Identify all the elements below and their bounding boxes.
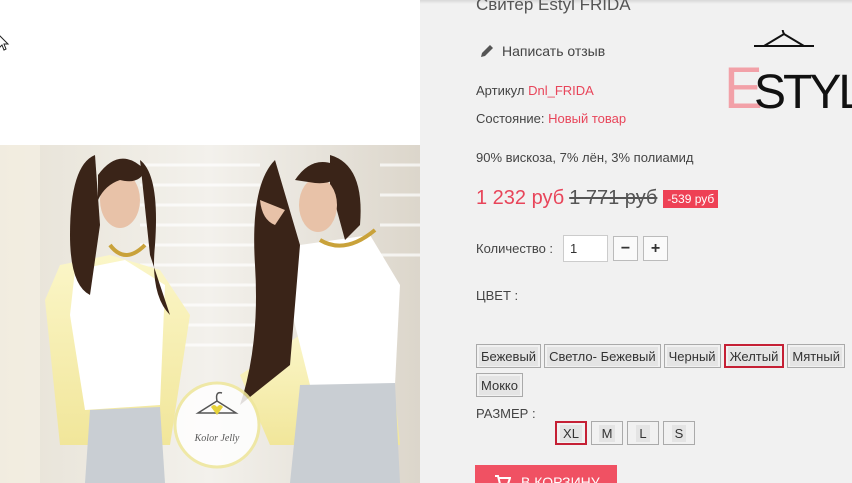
color-option-black[interactable]: Черный [663,344,721,368]
article-value: Dnl_FRIDA [528,83,594,98]
color-option-mint[interactable]: Мятный [787,344,845,368]
composition-text: 90% вискоза, 7% лён, 3% полиамид [476,150,694,165]
quantity-label: Количество : [476,241,554,256]
discount-badge: -539 руб [663,189,719,208]
write-review-link[interactable]: Написать отзыв [480,43,605,59]
size-option-l[interactable]: L [627,421,659,445]
watermark-text: Kolor Jelly [194,433,240,444]
condition-row: Состояние: Новый товар [476,111,626,126]
condition-label: Состояние: [476,111,545,126]
size-option-m[interactable]: M [591,421,623,445]
condition-value: Новый товар [548,111,627,126]
size-option-s[interactable]: S [663,421,695,445]
quantity-minus-button[interactable]: − [613,236,639,261]
color-option-mocha[interactable]: Мокко [476,373,523,397]
brand-logo-text: STYL [754,66,852,112]
product-photo[interactable]: Kolor Jelly [0,145,420,483]
product-info-panel: Свитер Estyl FRIDA Написать отзыв Артику… [420,0,852,483]
article-row: Артикул Dnl_FRIDA [476,83,594,98]
product-gallery: Kolor Jelly [0,0,420,483]
color-option-beige[interactable]: Бежевый [476,344,542,368]
quantity-input[interactable] [563,235,609,262]
price-row: 1 232 руб 1 771 руб -539 руб [476,187,719,210]
add-to-cart-button[interactable]: В КОРЗИНУ [475,465,617,483]
product-photo-image: Kolor Jelly [0,145,420,483]
color-option-light-beige[interactable]: Светло- Бежевый [544,344,661,368]
quantity-plus-button[interactable]: + [643,236,669,261]
article-label: Артикул [476,83,525,98]
hanger-logo-icon: E STYL [724,26,852,121]
size-option-xl[interactable]: XL [555,421,587,445]
brand-logo[interactable]: E STYL [724,26,852,121]
mouse-cursor-icon [0,35,10,51]
color-label: ЦВЕТ : [476,288,519,303]
pencil-icon [481,45,493,57]
size-options: XL M L S [555,421,695,445]
product-title: Свитер Estyl FRIDA [476,0,631,14]
price-old: 1 771 руб [569,187,658,209]
size-label: РАЗМЕР : [476,406,536,421]
quantity-row: Количество : − + [476,235,669,262]
price-current: 1 232 руб [476,187,565,209]
color-option-yellow[interactable]: Желтый [723,344,785,368]
color-options: Бежевый Светло- Бежевый Черный Желтый Мя… [476,344,852,402]
add-to-cart-label: В КОРЗИНУ [521,474,600,483]
write-review-label: Написать отзыв [502,43,606,59]
cart-icon [495,475,511,483]
